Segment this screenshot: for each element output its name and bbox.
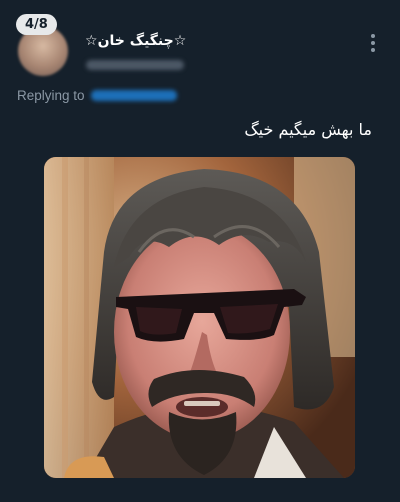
meme-photo bbox=[44, 157, 355, 478]
author-display-name[interactable]: ☆چنگیگ خان☆ bbox=[85, 33, 186, 49]
replying-to-row: Replying to bbox=[17, 88, 177, 103]
tweet-card: 4/8 ☆چنگیگ خان☆ Replying to ما بهش میگیم… bbox=[0, 0, 400, 502]
tweet-text: ما بهش میگیم خیگ bbox=[244, 120, 372, 139]
more-vertical-icon[interactable] bbox=[370, 34, 376, 52]
author-handle-redacted[interactable] bbox=[86, 60, 184, 70]
replying-to-label: Replying to bbox=[17, 88, 85, 103]
tweet-media-image[interactable] bbox=[44, 157, 355, 478]
reply-handle-redacted[interactable] bbox=[90, 90, 177, 101]
thread-counter-badge: 4/8 bbox=[16, 14, 57, 35]
